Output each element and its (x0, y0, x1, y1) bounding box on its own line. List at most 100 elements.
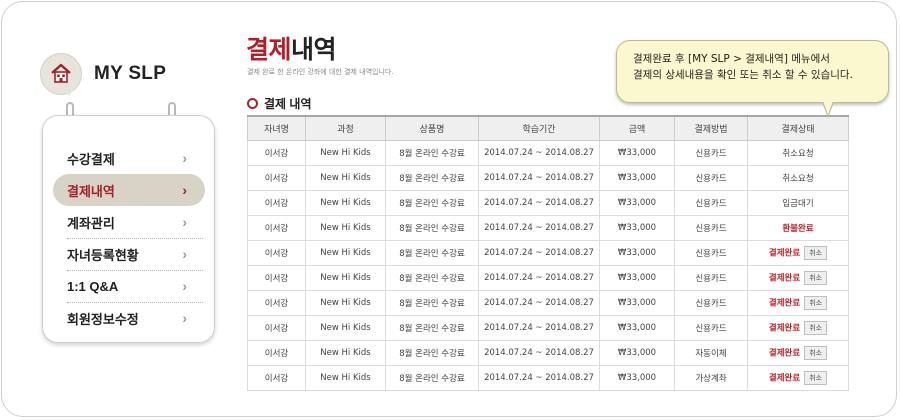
brand-title: MY SLP (94, 63, 167, 84)
sidebar-item-account-management[interactable]: 계좌관리 › (53, 206, 205, 238)
status-text: 결제완료 (768, 373, 801, 384)
cell-child-name: 이서강 (247, 165, 306, 191)
cancel-button[interactable]: 취소 (804, 246, 828, 260)
cell-amount: ₩33,000 (599, 340, 675, 366)
cell-status: 결제완료 취소 (747, 290, 849, 316)
column-header-period: 학습기간 (478, 115, 600, 141)
cell-amount: ₩33,000 (599, 215, 675, 241)
cell-period: 2014.07.24 ~ 2014.08.27 (478, 190, 600, 216)
table-row: 이서강 New Hi Kids 8월 온라인 수강료 2014.07.24 ~ 201… (247, 340, 849, 366)
column-header-course: 과정 (305, 115, 386, 141)
cell-amount: ₩33,000 (599, 265, 675, 291)
cancel-button[interactable]: 취소 (804, 271, 828, 285)
cell-status: 입금대기 (747, 190, 849, 216)
callout-line: 결제완료 후 [MY SLP > 결제내역] 메뉴에서 (633, 53, 830, 65)
cell-status: 결제완료 취소 (747, 340, 849, 366)
cell-method: 신용카드 (674, 290, 748, 316)
page-title: 결제내역 (246, 30, 337, 66)
cell-status: 취소요청 (747, 140, 849, 166)
cell-course: New Hi Kids (305, 240, 386, 266)
cell-status: 환불완료 (747, 215, 849, 241)
sidebar-item-child-registration[interactable]: 자녀등록현황 › (53, 238, 205, 270)
cell-product: 8월 온라인 수강료 (385, 290, 479, 316)
status-text: 결제완료 (768, 273, 801, 284)
sidebar-item-course-payment[interactable]: 수강결제 › (53, 142, 205, 174)
status-text: 취소요청 (782, 149, 814, 159)
cell-period: 2014.07.24 ~ 2014.08.27 (478, 315, 600, 341)
cell-status: 취소요청 (747, 165, 849, 191)
chevron-right-icon: › (182, 246, 187, 262)
cancel-button[interactable]: 취소 (804, 371, 828, 385)
cell-product: 8월 온라인 수강료 (385, 265, 479, 291)
cancel-button[interactable]: 취소 (804, 321, 828, 335)
payment-history-table: 자녀명 과정 상품명 학습기간 금액 결제방법 결제상태 이서강 New Hi K… (247, 115, 849, 391)
cell-method: 신용카드 (674, 315, 748, 341)
cell-method: 자동이체 (674, 340, 748, 366)
cell-method: 신용카드 (674, 165, 748, 191)
cell-child-name: 이서강 (247, 140, 306, 166)
column-header-child-name: 자녀명 (247, 115, 306, 141)
sidebar-item-label: 수강결제 (67, 151, 115, 167)
cell-course: New Hi Kids (305, 190, 386, 216)
status-text: 환불완료 (782, 224, 814, 234)
sidebar-item-edit-profile[interactable]: 회원정보수정 › (53, 302, 205, 334)
column-header-product: 상품명 (385, 115, 479, 141)
cell-course: New Hi Kids (305, 265, 386, 291)
sidebar-item-label: 회원정보수정 (67, 311, 139, 327)
cell-status: 결제완료 취소 (747, 265, 849, 291)
table-row: 이서강 New Hi Kids 8월 온라인 수강료 2014.07.24 ~ 201… (247, 265, 849, 291)
cell-child-name: 이서강 (247, 215, 306, 241)
house-icon (40, 53, 82, 96)
cell-product: 8월 온라인 수강료 (385, 140, 479, 166)
cell-course: New Hi Kids (305, 365, 386, 391)
chevron-right-icon: › (182, 182, 187, 198)
cell-period: 2014.07.24 ~ 2014.08.27 (478, 365, 600, 391)
cell-child-name: 이서강 (247, 190, 306, 216)
circle-bullet-icon (247, 98, 258, 109)
cell-course: New Hi Kids (305, 290, 386, 316)
sidebar-menu: 수강결제 › 결제내역 › 계좌관리 › 자녀등록현황 › 1:1 Q&A › … (42, 115, 215, 343)
sidebar-item-label: 결제내역 (67, 183, 115, 199)
cell-child-name: 이서강 (247, 315, 306, 341)
table-row: 이서강 New Hi Kids 8월 온라인 수강료 2014.07.24 ~ 201… (247, 290, 849, 316)
status-text: 결제완료 (768, 348, 801, 359)
sidebar-item-label: 계좌관리 (67, 215, 115, 231)
table-row: 이서강 New Hi Kids 8월 온라인 수강료 2014.07.24 ~ 201… (247, 365, 849, 391)
cell-product: 8월 온라인 수강료 (385, 340, 479, 366)
cell-method: 신용카드 (674, 240, 748, 266)
cell-child-name: 이서강 (247, 290, 306, 316)
cell-child-name: 이서강 (247, 240, 306, 266)
page-title-rest: 내역 (291, 36, 337, 64)
cell-product: 8월 온라인 수강료 (385, 190, 479, 216)
cell-product: 8월 온라인 수강료 (385, 240, 479, 266)
cell-child-name: 이서강 (247, 265, 306, 291)
help-callout: 결제완료 후 [MY SLP > 결제내역] 메뉴에서 결제의 상세내용을 확인… (616, 40, 889, 118)
status-text: 입금대기 (782, 199, 814, 209)
column-header-amount: 금액 (599, 115, 675, 141)
table-row: 이서강 New Hi Kids 8월 온라인 수강료 2014.07.24 ~ 201… (247, 315, 849, 341)
cell-course: New Hi Kids (305, 140, 386, 166)
callout-pointer-fill (823, 101, 833, 115)
cancel-button[interactable]: 취소 (804, 296, 828, 310)
sidebar-item-label: 자녀등록현황 (67, 247, 139, 263)
sidebar-item-payment-history[interactable]: 결제내역 › (53, 174, 205, 206)
cell-child-name: 이서강 (247, 340, 306, 366)
status-text: 결제완료 (768, 248, 801, 259)
chevron-right-icon: › (182, 278, 187, 294)
status-text: 결제완료 (768, 298, 801, 309)
sidebar-item-qna[interactable]: 1:1 Q&A › (53, 270, 205, 302)
cell-product: 8월 온라인 수강료 (385, 365, 479, 391)
cell-period: 2014.07.24 ~ 2014.08.27 (478, 340, 600, 366)
cell-amount: ₩33,000 (599, 140, 675, 166)
page-subtitle: 결제 완료 한 온라인 강좌에 대한 결제 내역입니다. (247, 68, 394, 76)
cell-amount: ₩33,000 (599, 365, 675, 391)
cell-period: 2014.07.24 ~ 2014.08.27 (478, 140, 600, 166)
cell-course: New Hi Kids (305, 215, 386, 241)
cell-method: 신용카드 (674, 265, 748, 291)
section-title: 결제 내역 (264, 97, 312, 111)
cancel-button[interactable]: 취소 (804, 346, 828, 360)
brand: MY SLP (40, 52, 166, 96)
callout-line: 결제의 상세내용을 확인 또는 취소 할 수 있습니다. (633, 69, 853, 81)
table-row: 이서강 New Hi Kids 8월 온라인 수강료 2014.07.24 ~ 201… (247, 165, 849, 191)
cell-course: New Hi Kids (305, 165, 386, 191)
